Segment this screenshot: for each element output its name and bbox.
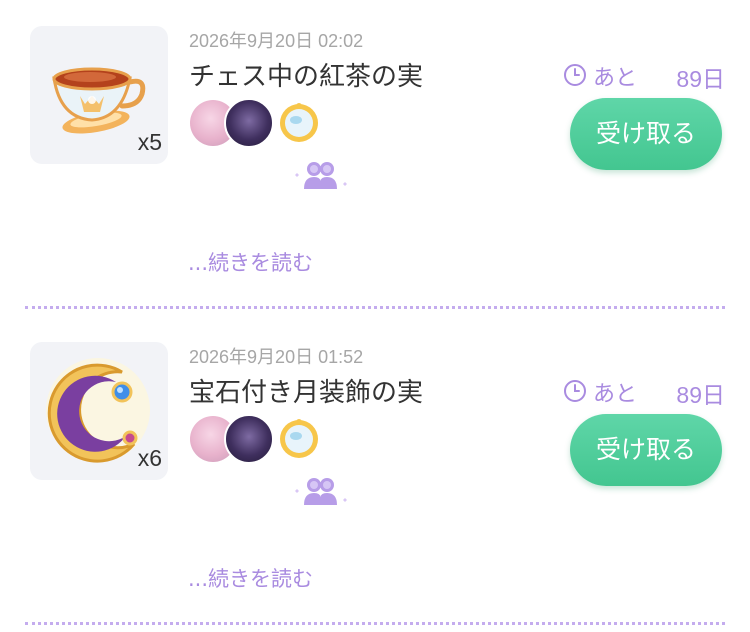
expiry-prefix: あと xyxy=(593,382,638,407)
claim-button[interactable]: 受け取る xyxy=(570,414,722,486)
sender-avatars xyxy=(190,98,330,150)
gift-item: x6 2026年9月20日 01:52 宝石付き月装飾の実 ...続きを読む あ… xyxy=(0,316,750,632)
group-members-icon xyxy=(295,162,347,189)
item-date: 2026年9月20日 01:52 xyxy=(189,347,364,367)
mirror-badge-icon xyxy=(280,103,318,142)
mirror-badge-icon xyxy=(280,419,318,458)
group-members-icon xyxy=(295,478,347,505)
read-more-link[interactable]: ...続きを読む xyxy=(188,563,313,593)
item-thumbnail: x5 xyxy=(30,26,168,164)
claim-button[interactable]: 受け取る xyxy=(570,98,722,170)
read-more-link[interactable]: ...続きを読む xyxy=(188,247,313,277)
clock-icon xyxy=(564,380,586,402)
expiry-prefix: あと xyxy=(593,66,638,91)
expiry-days: 89日 xyxy=(676,66,725,92)
item-thumbnail: x6 xyxy=(30,342,168,480)
item-quantity: x5 xyxy=(137,129,162,155)
avatar xyxy=(224,414,274,464)
clock-icon xyxy=(564,64,586,86)
sender-avatars xyxy=(190,414,330,466)
item-title: チェス中の紅茶の実 xyxy=(189,62,424,92)
divider xyxy=(25,622,725,625)
expiry-days: 89日 xyxy=(676,382,725,408)
item-date: 2026年9月20日 02:02 xyxy=(189,31,364,51)
item-quantity: x6 xyxy=(137,445,162,471)
expiry-info: あと 89日 xyxy=(563,60,725,92)
expiry-info: あと 89日 xyxy=(563,376,725,408)
divider xyxy=(25,306,725,309)
gift-item: x5 2026年9月20日 02:02 チェス中の紅茶の実 ...続きを読む あ… xyxy=(0,0,750,316)
item-title: 宝石付き月装飾の実 xyxy=(189,378,424,408)
avatar xyxy=(224,98,274,148)
